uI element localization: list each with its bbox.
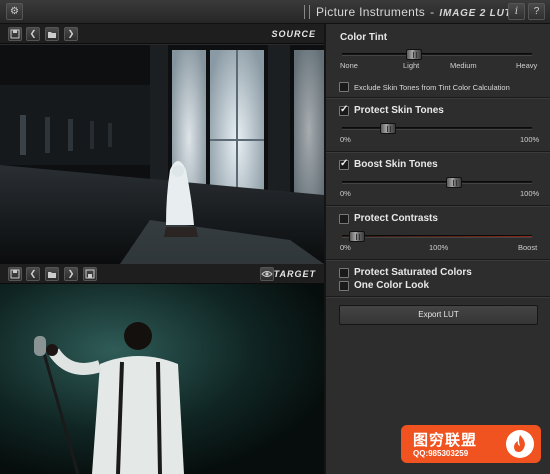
color-tint-title: Color Tint [340, 32, 388, 43]
save-icon [10, 269, 20, 279]
app-title: Picture Instruments - IMAGE 2 LUT [316, 5, 512, 19]
target-image [0, 284, 324, 474]
tick-max: 100% [520, 189, 540, 198]
eye-icon [261, 271, 273, 277]
tick-light: Light [403, 61, 420, 70]
divider [326, 259, 550, 260]
boost-skin-tones-slider[interactable] [342, 177, 532, 188]
divider [326, 296, 550, 297]
boost-skin-tones-checkbox[interactable] [339, 158, 349, 170]
tick-none: None [340, 61, 358, 70]
color-tint-slider-thumb[interactable] [406, 49, 422, 60]
product-name: IMAGE 2 LUT [439, 8, 512, 19]
help-button[interactable]: ? [528, 3, 545, 20]
tick-medium: Medium [450, 61, 477, 70]
preview-toggle-button[interactable] [260, 267, 274, 281]
controls-panel: Color Tint None Light Medium Heavy Exclu… [326, 24, 550, 474]
save-icon [10, 29, 20, 39]
boost-skin-tones-slider-thumb[interactable] [446, 177, 462, 188]
divider [326, 205, 550, 206]
protect-saturated-colors-checkbox[interactable] [339, 267, 349, 278]
one-color-look-label: One Color Look [354, 280, 429, 291]
source-toolbar: ❮ ❯ SOURCE [0, 24, 324, 44]
flame-logo-icon [506, 430, 534, 458]
exclude-skin-tones-option[interactable]: Exclude Skin Tones from Tint Color Calcu… [339, 82, 510, 92]
protect-skin-tones-label: Protect Skin Tones [354, 105, 444, 116]
boost-skin-tones-option[interactable]: Boost Skin Tones [339, 158, 438, 170]
source-save-button[interactable] [8, 27, 22, 41]
protect-contrasts-slider[interactable] [342, 231, 532, 242]
settings-button[interactable]: ⚙ [6, 3, 23, 20]
protect-contrasts-label: Protect Contrasts [354, 213, 438, 224]
watermark: 图穷联盟 QQ:985303259 [401, 425, 541, 463]
color-tint-slider[interactable] [342, 49, 532, 60]
protect-contrasts-option[interactable]: Protect Contrasts [339, 213, 438, 224]
tick-min: 0% [340, 189, 351, 198]
protect-skin-tones-checkbox[interactable] [339, 104, 349, 116]
target-label: TARGET [273, 269, 316, 279]
target-save-button[interactable] [8, 267, 22, 281]
tick-boost: Boost [518, 243, 538, 252]
protect-contrasts-checkbox[interactable] [339, 213, 349, 224]
tick-min: 0% [340, 243, 351, 252]
title-bar: ⚙ Picture Instruments - IMAGE 2 LUT i ? [0, 0, 550, 24]
source-label: SOURCE [271, 29, 316, 39]
watermark-title: 图穷联盟 [413, 432, 478, 449]
boost-skin-tones-label: Boost Skin Tones [354, 159, 438, 170]
exclude-skin-tones-label: Exclude Skin Tones from Tint Color Calcu… [354, 82, 510, 92]
target-open-button[interactable] [45, 267, 59, 281]
chevron-right-icon: ❯ [67, 29, 75, 38]
target-export-image-button[interactable] [83, 267, 97, 281]
info-button[interactable]: i [508, 3, 525, 20]
divider [326, 151, 550, 152]
exclude-skin-tones-checkbox[interactable] [339, 82, 349, 92]
gear-icon: ⚙ [10, 6, 19, 17]
protect-saturated-colors-option[interactable]: Protect Saturated Colors [339, 267, 472, 278]
chevron-right-icon: ❯ [67, 269, 75, 278]
save-icon [85, 269, 95, 279]
target-next-button[interactable]: ❯ [64, 267, 78, 281]
folder-icon [48, 272, 56, 278]
source-image [0, 45, 324, 264]
chevron-left-icon: ❮ [29, 29, 37, 38]
divider [326, 97, 550, 98]
tick-max: 100% [520, 135, 540, 144]
source-open-button[interactable] [45, 27, 59, 41]
one-color-look-option[interactable]: One Color Look [339, 280, 429, 291]
source-prev-button[interactable]: ❮ [26, 27, 40, 41]
brand-grip-icon [304, 5, 310, 19]
chevron-left-icon: ❮ [29, 269, 37, 278]
protect-skin-tones-option[interactable]: Protect Skin Tones [339, 104, 444, 116]
protect-contrasts-slider-thumb[interactable] [349, 231, 365, 242]
folder-icon [48, 32, 56, 38]
protect-skin-tones-slider[interactable] [342, 123, 532, 134]
tick-heavy: Heavy [516, 61, 538, 70]
tick-mid: 100% [429, 243, 449, 252]
export-lut-button[interactable]: Export LUT [339, 305, 538, 325]
protect-saturated-colors-label: Protect Saturated Colors [354, 267, 472, 278]
one-color-look-checkbox[interactable] [339, 280, 349, 291]
source-next-button[interactable]: ❯ [64, 27, 78, 41]
target-prev-button[interactable]: ❮ [26, 267, 40, 281]
protect-skin-tones-slider-thumb[interactable] [380, 123, 396, 134]
tick-min: 0% [340, 135, 351, 144]
target-toolbar: ❮ ❯ TARGET [0, 264, 324, 284]
brand-name: Picture Instruments [316, 5, 426, 19]
watermark-qq: QQ:985303259 [413, 449, 469, 458]
